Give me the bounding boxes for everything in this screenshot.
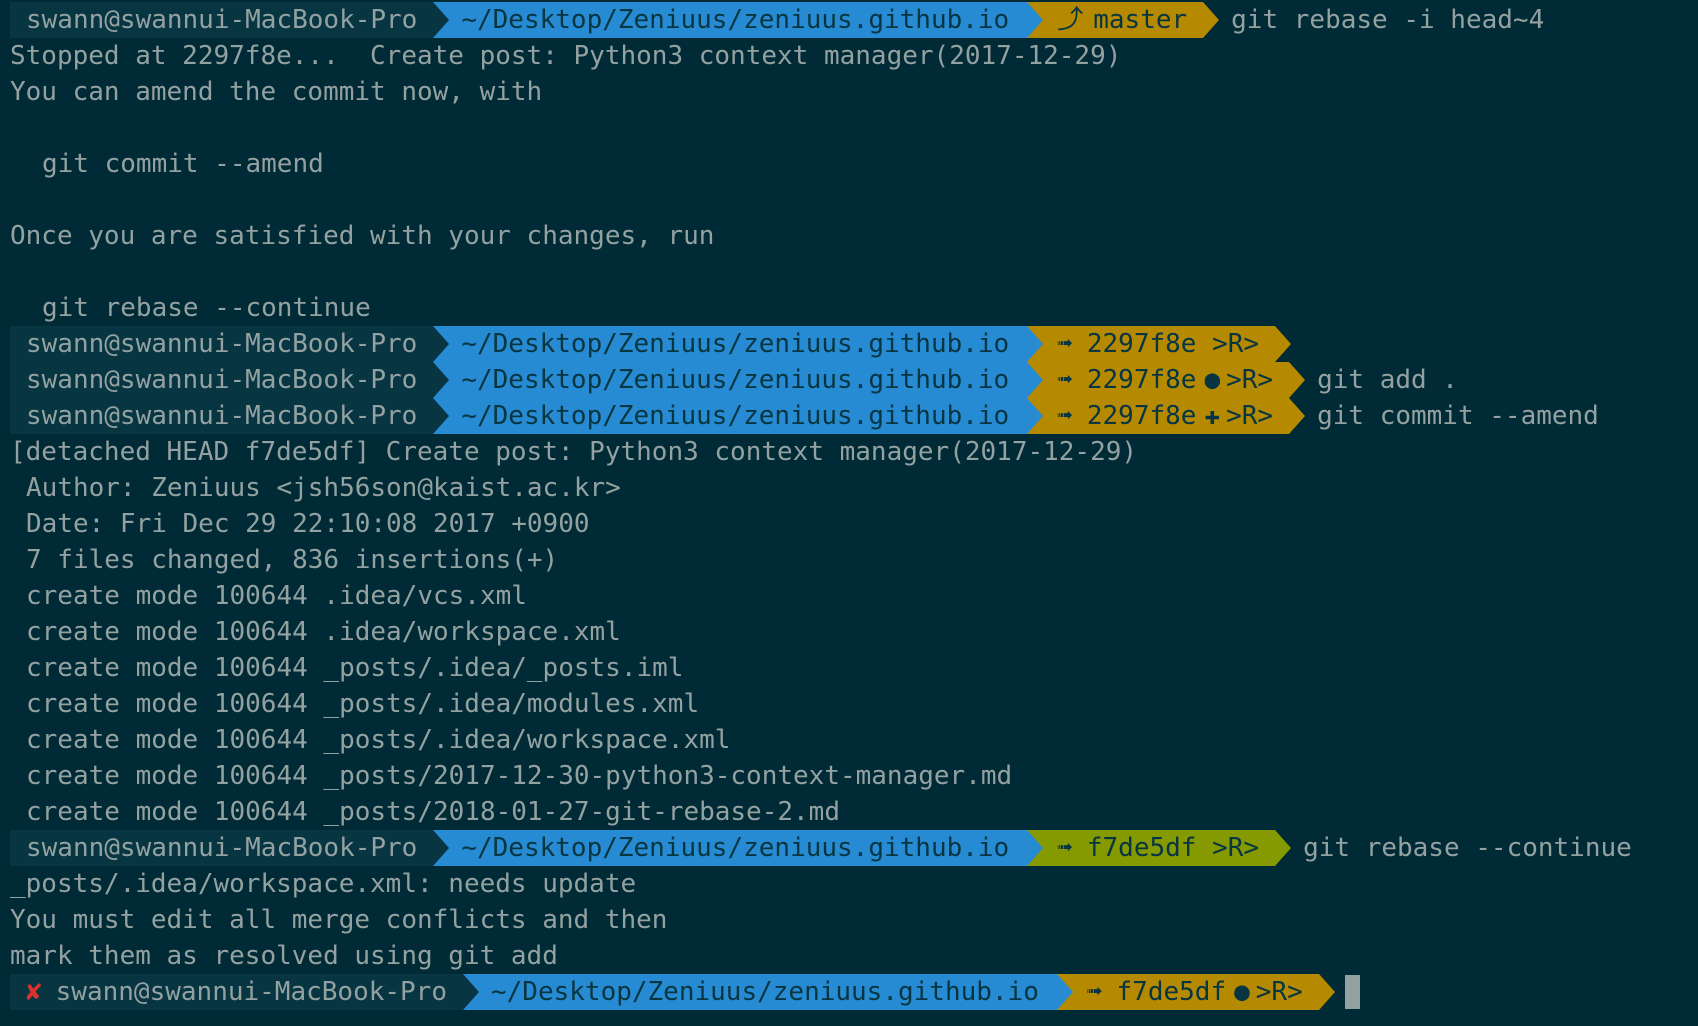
output-line: You can amend the commit now, with xyxy=(10,77,543,107)
detached-head-icon: ➟ xyxy=(1057,365,1073,395)
prompt-line: swann@swannui-MacBook-Pro ~/Desktop/Zeni… xyxy=(0,2,1698,38)
output-line: git rebase --continue xyxy=(42,293,371,323)
prompt-line: swann@swannui-MacBook-Pro ~/Desktop/Zeni… xyxy=(0,362,1698,398)
output-line: You must edit all merge conflicts and th… xyxy=(10,905,668,935)
prompt-git-status: ➟ 2297f8e ✚ >R> xyxy=(1027,398,1306,434)
command-text: git add . xyxy=(1317,365,1458,395)
output-line: [detached HEAD f7de5df] Create post: Pyt… xyxy=(10,437,1138,467)
output-line: Stopped at 2297f8e... Create post: Pytho… xyxy=(10,41,1122,71)
detached-head-icon: ➟ xyxy=(1057,833,1073,863)
command-text: git rebase -i head~4 xyxy=(1231,5,1545,35)
output-line: _posts/.idea/workspace.xml: needs update xyxy=(10,869,637,899)
prompt-user-host: swann@swannui-MacBook-Pro xyxy=(10,326,450,362)
prompt-user-host: swann@swannui-MacBook-Pro xyxy=(10,398,450,434)
prompt-line: swann@swannui-MacBook-Pro ~/Desktop/Zeni… xyxy=(0,326,1698,362)
error-x-icon: ✘ xyxy=(26,977,42,1007)
output-line: mark them as resolved using git add xyxy=(10,941,558,971)
prompt-git-status: ⤴ master xyxy=(1027,2,1220,38)
output-line: create mode 100644 _posts/2017-12-30-pyt… xyxy=(26,761,1013,791)
prompt-git-status: ➟ f7de5df ● >R> xyxy=(1056,974,1335,1010)
prompt-user-host: swann@swannui-MacBook-Pro xyxy=(10,830,450,866)
output-line: Once you are satisfied with your changes… xyxy=(10,221,715,251)
prompt-git-status: ➟ 2297f8e >R> xyxy=(1027,326,1292,362)
prompt-line: swann@swannui-MacBook-Pro ~/Desktop/Zeni… xyxy=(0,830,1698,866)
prompt-cwd: ~/Desktop/Zeniuus/zeniuus.github.io xyxy=(433,830,1044,866)
output-line: create mode 100644 _posts/.idea/workspac… xyxy=(26,725,731,755)
prompt-cwd: ~/Desktop/Zeniuus/zeniuus.github.io xyxy=(433,362,1044,398)
dirty-dot-icon: ● xyxy=(1234,977,1250,1007)
prompt-git-status: ➟ 2297f8e ● >R> xyxy=(1027,362,1306,398)
command-text: git rebase --continue xyxy=(1303,833,1632,863)
prompt-user-host: swann@swannui-MacBook-Pro xyxy=(10,362,450,398)
detached-head-icon: ➟ xyxy=(1057,401,1073,431)
staged-plus-icon: ✚ xyxy=(1204,401,1221,431)
detached-head-icon: ➟ xyxy=(1086,977,1103,1007)
output-line: git commit --amend xyxy=(42,149,324,179)
prompt-line: swann@swannui-MacBook-Pro ~/Desktop/Zeni… xyxy=(0,398,1698,434)
output-line: Date: Fri Dec 29 22:10:08 2017 +0900 xyxy=(26,509,590,539)
prompt-cwd: ~/Desktop/Zeniuus/zeniuus.github.io xyxy=(433,398,1044,434)
output-line: create mode 100644 _posts/.idea/_posts.i… xyxy=(26,653,684,683)
output-line: 7 files changed, 836 insertions(+) xyxy=(26,545,559,575)
prompt-git-status: ➟ f7de5df >R> xyxy=(1027,830,1292,866)
output-line: create mode 100644 _posts/.idea/modules.… xyxy=(26,689,700,719)
output-line: create mode 100644 .idea/workspace.xml xyxy=(26,617,621,647)
prompt-cwd: ~/Desktop/Zeniuus/zeniuus.github.io xyxy=(433,2,1044,38)
dirty-dot-icon: ● xyxy=(1204,365,1221,395)
terminal-window[interactable]: swann@swannui-MacBook-Pro ~/Desktop/Zeni… xyxy=(0,0,1698,1026)
prompt-cwd: ~/Desktop/Zeniuus/zeniuus.github.io xyxy=(433,326,1044,362)
prompt-line: ✘ swann@swannui-MacBook-Pro ~/Desktop/Zen… xyxy=(0,974,1698,1010)
prompt-cwd: ~/Desktop/Zeniuus/zeniuus.github.io xyxy=(463,974,1073,1010)
prompt-user-host: swann@swannui-MacBook-Pro xyxy=(10,2,450,38)
output-line: create mode 100644 _posts/2018-01-27-git… xyxy=(26,797,840,827)
detached-head-icon: ➟ xyxy=(1057,329,1073,359)
branch-icon: ⤴ xyxy=(1057,5,1084,35)
output-line: Author: Zeniuus <jsh56son@kaist.ac.kr> xyxy=(26,473,621,503)
terminal-cursor[interactable] xyxy=(1344,975,1360,1009)
output-line: create mode 100644 .idea/vcs.xml xyxy=(26,581,527,611)
prompt-user-host: ✘ swann@swannui-MacBook-Pro xyxy=(10,974,479,1010)
command-text: git commit --amend xyxy=(1317,401,1599,431)
